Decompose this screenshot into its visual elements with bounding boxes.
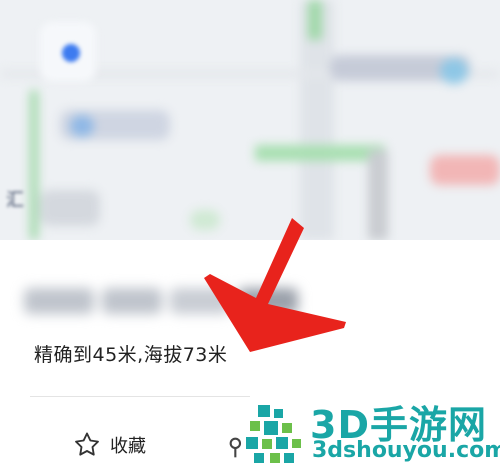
3dshouyou-logo-icon <box>246 405 301 463</box>
favorite-label: 收藏 <box>110 436 146 457</box>
current-location-icon[interactable] <box>62 44 80 62</box>
map-label: 汇 <box>6 190 24 211</box>
watermark-url: 3dshouyou.com <box>312 438 500 463</box>
favorite-button[interactable]: 收藏 <box>72 430 146 460</box>
map-view[interactable]: 汇 <box>0 0 500 240</box>
star-icon <box>75 432 99 456</box>
red-arrow-annotation <box>204 218 346 352</box>
divider <box>30 396 250 397</box>
